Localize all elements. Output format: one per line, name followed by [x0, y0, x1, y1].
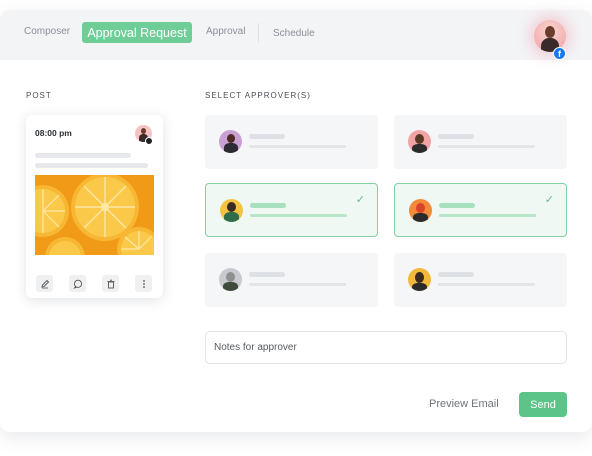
facebook-icon: f: [553, 47, 566, 60]
approver-option[interactable]: [205, 253, 378, 307]
comment-icon[interactable]: [69, 275, 86, 292]
approver-option-selected[interactable]: ✓: [394, 183, 567, 237]
tab-schedule[interactable]: Schedule: [273, 28, 315, 39]
approver-name-placeholder: [249, 272, 285, 277]
check-icon: ✓: [544, 194, 554, 206]
approver-role-placeholder: [438, 145, 535, 148]
approvers-section-label: SELECT APPROVER(S): [205, 91, 311, 100]
post-preview-card[interactable]: 08:00 pm: [26, 115, 163, 298]
more-icon[interactable]: [135, 275, 152, 292]
approver-option[interactable]: [394, 115, 567, 169]
top-navigation: Composer Approval Request Approval Sched…: [0, 10, 592, 60]
tab-composer[interactable]: Composer: [24, 26, 70, 37]
approver-name-placeholder: [438, 272, 474, 277]
approver-avatar: [219, 130, 242, 153]
approver-role-placeholder: [249, 283, 346, 286]
tab-divider: [258, 23, 259, 43]
approver-option[interactable]: [205, 115, 378, 169]
approver-option[interactable]: [394, 253, 567, 307]
edit-icon[interactable]: [36, 275, 53, 292]
approver-avatar: [220, 199, 243, 222]
notes-input[interactable]: [205, 331, 567, 364]
approver-name-placeholder: [250, 203, 286, 208]
trash-icon[interactable]: [102, 275, 119, 292]
approver-role-placeholder: [439, 214, 536, 217]
approval-card: Composer Approval Request Approval Sched…: [0, 10, 592, 432]
check-icon: ✓: [355, 194, 365, 206]
approver-option-selected[interactable]: ✓: [205, 183, 378, 237]
preview-email-link[interactable]: Preview Email: [429, 398, 499, 410]
post-image: [35, 175, 154, 255]
approver-avatar: [408, 130, 431, 153]
approver-name-placeholder: [439, 203, 475, 208]
post-text-placeholder: [35, 153, 131, 158]
post-section-label: POST: [26, 91, 52, 100]
approver-role-placeholder: [250, 214, 347, 217]
approver-avatar: [409, 199, 432, 222]
tab-approval-request[interactable]: Approval Request: [82, 22, 192, 43]
tab-approval[interactable]: Approval: [206, 26, 245, 37]
post-time: 08:00 pm: [35, 128, 72, 138]
approver-name-placeholder: [438, 134, 474, 139]
approver-role-placeholder: [249, 145, 346, 148]
approver-name-placeholder: [249, 134, 285, 139]
post-network-icon: [145, 137, 153, 145]
approver-avatar: [408, 268, 431, 291]
approver-avatar: [219, 268, 242, 291]
send-button[interactable]: Send: [519, 392, 567, 417]
approver-role-placeholder: [438, 283, 535, 286]
post-text-placeholder: [35, 163, 148, 168]
